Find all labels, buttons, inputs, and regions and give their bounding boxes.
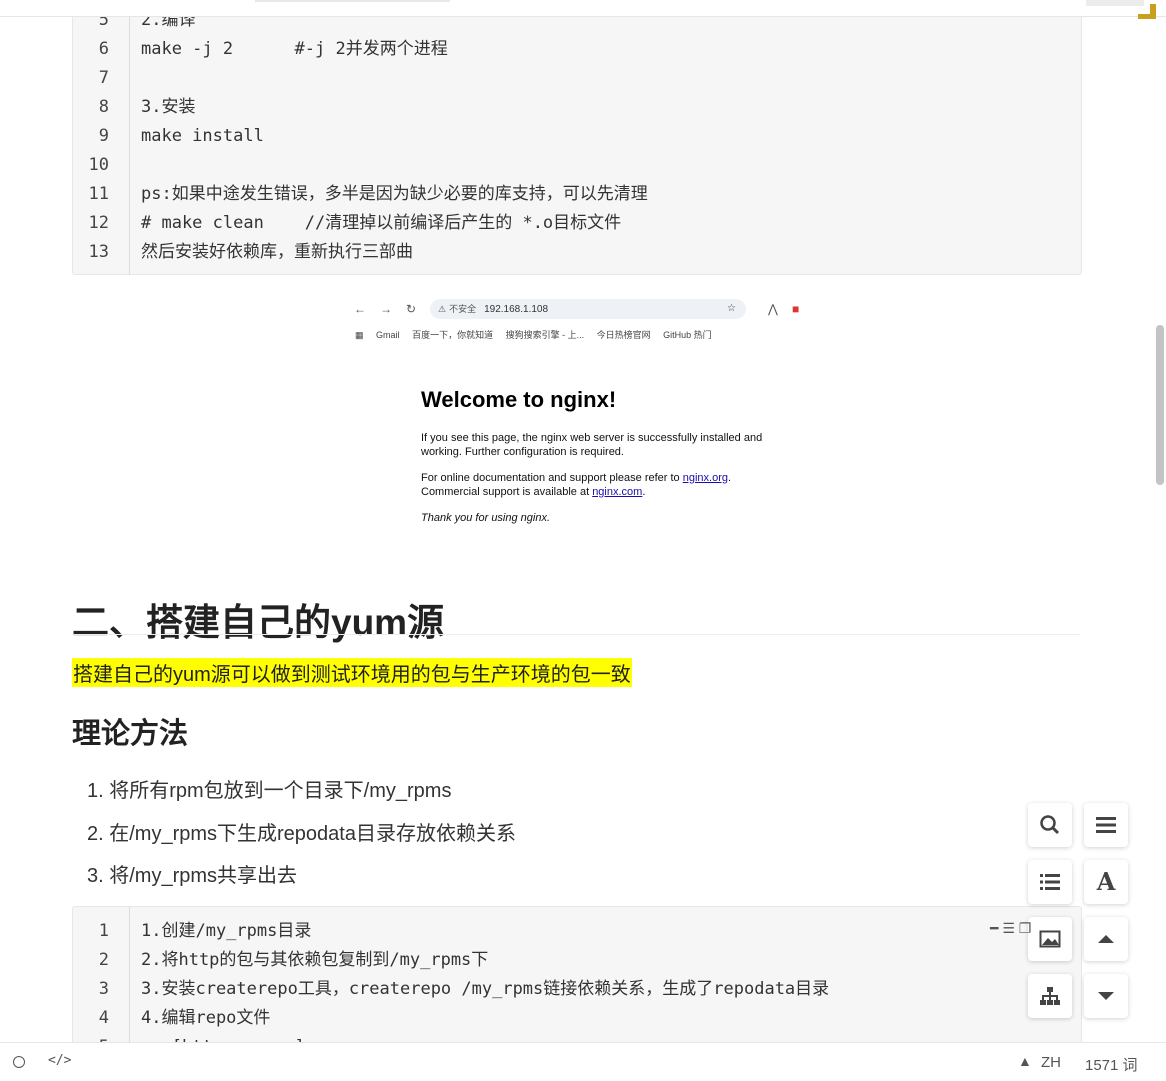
- language-indicator[interactable]: ZH: [1041, 1054, 1061, 1071]
- sidebar-toggle-icon[interactable]: [13, 1056, 25, 1068]
- security-label: 不安全: [449, 304, 477, 314]
- list-item: 2. 在/my_rpms下生成repodata目录存放依赖关系: [87, 823, 516, 845]
- browser-address-bar: ← → ↻ ⚠ 不安全 192.168.1.108 ☆ ⋀ ■: [352, 294, 802, 324]
- code-line: 2 2.将http的包与其依赖包复制到/my_rpms下: [98, 950, 489, 970]
- menu-button[interactable]: [1084, 803, 1128, 847]
- star-icon: ☆: [727, 303, 736, 314]
- bookmark-item: GitHub 热门: [663, 330, 712, 340]
- sitemap-button[interactable]: [1028, 974, 1072, 1018]
- word-count[interactable]: 1571 词: [1085, 1054, 1138, 1075]
- code-line: 6 make -j 2 #-j 2并发两个进程: [98, 39, 448, 59]
- nginx-screenshot-image: ← → ↻ ⚠ 不安全 192.168.1.108 ☆ ⋀ ■ ▦ Gmail 百度…: [352, 294, 802, 524]
- section-heading: 二、搭建自己的yum源: [72, 602, 445, 643]
- vertical-scrollbar[interactable]: [1156, 325, 1164, 485]
- profile-icon: ■: [792, 302, 800, 316]
- warning-icon[interactable]: ▲: [1018, 1053, 1032, 1069]
- list-icon: [1040, 874, 1060, 890]
- chevron-up-icon: [1098, 935, 1114, 943]
- extension-icon: ⋀: [768, 302, 778, 316]
- copy-icon[interactable]: ❐: [1019, 920, 1032, 936]
- reload-icon: ↻: [406, 302, 417, 316]
- code-line: 4 4.编辑repo文件: [98, 1008, 271, 1028]
- list-item: 3. 将/my_rpms共享出去: [87, 865, 298, 887]
- code-block-tools: ━ ☰ ❐: [990, 920, 1031, 937]
- window-control[interactable]: [1086, 0, 1144, 6]
- heading-divider: [72, 634, 1080, 635]
- code-line: 3 3.安装createrepo工具，createrepo /my_rpms链接依…: [98, 979, 830, 999]
- code-block-1[interactable]: 5 2.编译 6 make -j 2 #-j 2并发两个进程 7 8 3.安装 9 ma…: [72, 17, 1082, 275]
- top-bar: [0, 0, 1166, 17]
- scroll-down-button[interactable]: [1084, 974, 1128, 1018]
- image-button[interactable]: [1028, 917, 1072, 961]
- url-text: 192.168.1.108: [484, 304, 549, 315]
- code-block-2[interactable]: 1 1.创建/my_rpms目录 2 2.将http的包与其依赖包复制到/my_rp…: [72, 906, 1082, 1042]
- scroll-up-button[interactable]: [1084, 917, 1128, 961]
- collapse-icon[interactable]: ━: [990, 920, 998, 936]
- code-line: 11 ps:如果中途发生错误，多半是因为缺少必要的库支持，可以先清理: [88, 184, 648, 204]
- bookmarks-bar: ▦ Gmail 百度一下，你就知道 搜狗搜索引擎 - 上... 今日热榜官网 G…: [352, 328, 802, 344]
- highlighted-text: 搭建自己的yum源可以做到测试环境用的包与生产环境的包一致: [72, 658, 632, 687]
- font-icon: A: [1096, 867, 1116, 896]
- forward-arrow-icon: →: [380, 302, 392, 316]
- nginx-heading: Welcome to nginx!: [421, 387, 617, 412]
- bookmark-item: 搜狗搜索引擎 - 上...: [505, 330, 585, 340]
- search-icon: [1040, 815, 1060, 835]
- code-line: 12 # make clean //清理掉以前编译后产生的 *.o目标文件: [88, 213, 622, 233]
- code-line: 10: [88, 155, 109, 175]
- code-line: 1 1.创建/my_rpms目录: [98, 921, 312, 941]
- code-line: 8 3.安装: [98, 97, 196, 117]
- indent-icon[interactable]: ☰: [1002, 920, 1015, 936]
- nginx-paragraph-2: For online documentation and support ple…: [421, 472, 732, 498]
- bookmark-item: Gmail: [376, 330, 400, 340]
- outline-button[interactable]: [1028, 860, 1072, 904]
- bookmark-item: 百度一下，你就知道: [412, 330, 494, 340]
- sitemap-icon: [1040, 987, 1060, 1005]
- chevron-down-icon: [1098, 992, 1114, 1000]
- code-line: 5 2.编译: [98, 17, 196, 30]
- warning-icon: ⚠: [438, 304, 447, 314]
- code-line: 7: [98, 68, 109, 88]
- font-button[interactable]: A: [1084, 860, 1128, 904]
- code-line: 9 make install: [98, 126, 264, 146]
- subsection-heading: 理论方法: [72, 718, 189, 750]
- url-field: ⚠ 不安全 192.168.1.108 ☆: [430, 299, 746, 319]
- menu-icon: [1096, 817, 1116, 833]
- nginx-com-link: nginx.com: [592, 486, 643, 498]
- nginx-org-link: nginx.org: [682, 472, 728, 484]
- tab-edge: [255, 0, 450, 2]
- image-icon: [1039, 930, 1061, 948]
- code-line: 13 然后安装好依赖库，重新执行三部曲: [88, 242, 413, 262]
- back-arrow-icon: ←: [354, 302, 366, 316]
- document-content: 5 2.编译 6 make -j 2 #-j 2并发两个进程 7 8 3.安装 9 ma…: [0, 17, 1150, 1042]
- apps-grid-icon: ▦: [355, 330, 364, 340]
- search-button[interactable]: [1028, 803, 1072, 847]
- code-line: 5 [http-server]: [73, 1033, 1081, 1042]
- nginx-paragraph-3: Thank you for using nginx.: [421, 512, 551, 524]
- source-code-icon[interactable]: </>: [48, 1053, 71, 1068]
- status-bar: </> ▲ ZH 1571 词: [0, 1042, 1166, 1081]
- nginx-paragraph-1: If you see this page, the nginx web serv…: [421, 432, 763, 458]
- list-item: 1. 将所有rpm包放到一个目录下/my_rpms: [87, 780, 452, 802]
- bookmark-item: 今日热榜官网: [596, 330, 651, 340]
